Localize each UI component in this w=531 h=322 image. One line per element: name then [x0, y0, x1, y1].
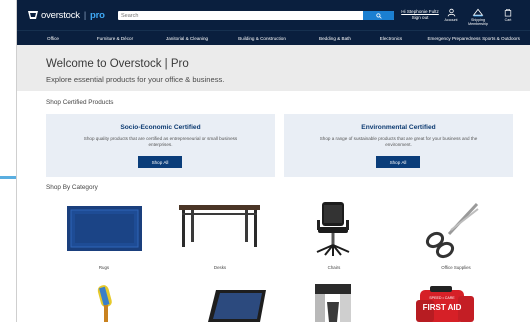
rug-image[interactable]	[67, 206, 142, 251]
browser-page: overstock | pro Hi Stephonie Fultz Sign …	[16, 0, 530, 322]
search-icon	[375, 12, 382, 19]
shop-all-button[interactable]: Shop All	[376, 156, 420, 168]
welcome-banner: Welcome to Overstock | Pro Explore essen…	[17, 45, 530, 91]
account-menu[interactable]: Hi Stephonie Fultz Sign out	[398, 9, 442, 21]
category-nav: Office Furniture & Décor Janitorial & Cl…	[17, 30, 530, 45]
account-greeting[interactable]: Hi Stephonie Fultz	[398, 9, 442, 15]
account-label: Account	[444, 18, 458, 22]
first-aid-text: FIRST AID	[423, 303, 462, 312]
nav-item-bedding[interactable]: Bedding & Bath	[319, 36, 351, 41]
scissors-image[interactable]	[421, 200, 481, 260]
cart-icon	[504, 8, 512, 17]
chair-image[interactable]	[313, 200, 353, 258]
nav-item-furniture[interactable]: Furniture & Décor	[97, 36, 133, 41]
shipping-membership-button[interactable]: Shipping Membership	[465, 8, 491, 26]
logo-pro-text: pro	[90, 9, 105, 21]
nav-item-electronics[interactable]: Electronics	[380, 36, 402, 41]
page-subtitle: Explore essential products for your offi…	[46, 75, 225, 84]
card-description: Shop a range of sustainable products tha…	[319, 136, 478, 147]
card-description: Shop quality products that are certified…	[83, 136, 238, 147]
nav-item-emergency[interactable]: Emergency Preparedness	[427, 36, 480, 41]
shipping-label: Shipping Membership	[468, 18, 488, 26]
search-input[interactable]	[121, 11, 361, 20]
category-label-rugs[interactable]: Rugs	[99, 265, 109, 270]
account-button[interactable]: Account	[440, 8, 462, 22]
user-icon	[447, 8, 455, 17]
site-logo[interactable]: overstock | pro	[27, 9, 105, 21]
environmental-card: Environmental Certified Shop a range of …	[284, 114, 513, 177]
first-aid-kit-image[interactable]: SPEED • CARE FIRST AID	[414, 286, 476, 322]
search-button[interactable]	[363, 11, 394, 20]
shipping-icon	[472, 8, 484, 17]
overstock-logo-icon	[28, 11, 38, 19]
certified-section-title: Shop Certified Products	[46, 99, 114, 106]
first-aid-small-text: SPEED • CARE	[429, 296, 455, 300]
page-title: Welcome to Overstock | Pro	[46, 58, 189, 70]
nav-item-building[interactable]: Building & Construction	[238, 36, 286, 41]
card-title: Socio-Economic Certified	[120, 124, 201, 131]
category-section-title: Shop By Category	[46, 184, 98, 191]
category-label-office-supplies[interactable]: Office Supplies	[441, 265, 470, 270]
left-margin	[0, 0, 16, 322]
logo-text: overstock	[41, 9, 80, 21]
category-label-desks[interactable]: Desks	[214, 265, 226, 270]
coffee-maker-image[interactable]	[312, 282, 354, 322]
cleaning-brush-image[interactable]	[95, 283, 115, 322]
search-bar	[118, 11, 394, 20]
site-header: overstock | pro Hi Stephonie Fultz Sign …	[17, 0, 530, 30]
nav-item-sports[interactable]: Sports & Outdoors	[482, 36, 520, 41]
cart-label: Cart	[504, 18, 512, 22]
desk-image[interactable]	[177, 203, 262, 249]
logo-separator: |	[83, 10, 86, 20]
shop-all-button[interactable]: Shop All	[138, 156, 182, 168]
card-title: Environmental Certified	[361, 124, 436, 131]
nav-item-office[interactable]: Office	[47, 36, 59, 41]
laptop-image[interactable]	[204, 288, 270, 322]
socio-economic-card: Socio-Economic Certified Shop quality pr…	[46, 114, 275, 177]
nav-item-janitorial[interactable]: Janitorial & Cleaning	[166, 36, 208, 41]
sign-out-link[interactable]: Sign out	[398, 15, 442, 21]
category-label-chairs[interactable]: Chairs	[328, 265, 341, 270]
cart-button[interactable]: Cart	[497, 8, 519, 22]
